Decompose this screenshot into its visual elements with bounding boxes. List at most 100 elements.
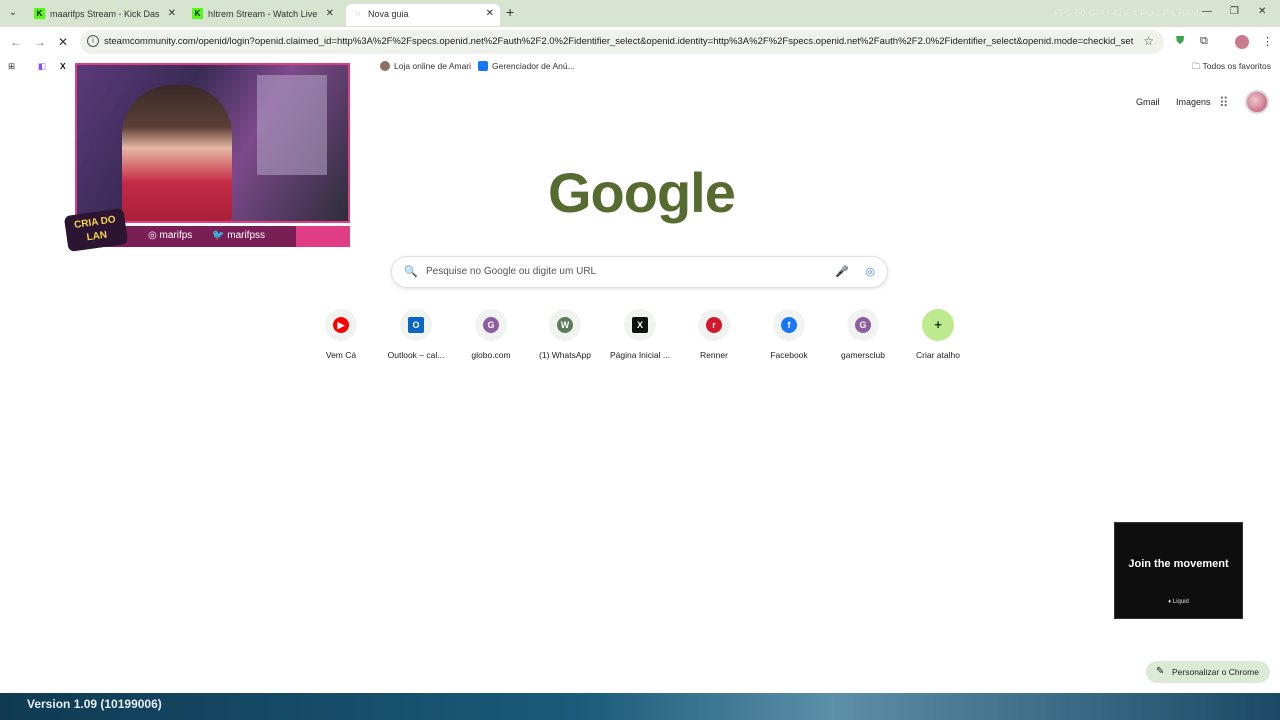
profile-avatar-small[interactable] (1235, 35, 1249, 49)
search-input[interactable]: Pesquise no Google ou digite um URL (426, 266, 596, 277)
twitch-icon[interactable]: ◧ (38, 61, 46, 72)
back-arrow-icon[interactable]: ← (10, 35, 22, 49)
shield-extension-icon[interactable]: ⛊ (1176, 35, 1184, 48)
shortcut-tile[interactable]: W (1) WhatsApp (528, 309, 602, 360)
shortcut-circle: f (773, 309, 805, 341)
bookmark-label: Loja online de Amari (394, 61, 472, 71)
outlook-icon: O (408, 317, 424, 333)
close-icon[interactable]: ✕ (168, 4, 176, 24)
bookmark-item[interactable]: Gerenciador de Anú... (478, 61, 575, 71)
tab-title: Nova guia (368, 9, 409, 19)
all-bookmarks-label: Todos os favoritos (1202, 61, 1271, 71)
tab-new-tab[interactable]: ◌ Nova guia ✕ (346, 4, 500, 26)
url-text[interactable]: steamcommunity.com/openid/login?openid.c… (104, 36, 1134, 47)
stop-loading-icon[interactable]: ✕ (58, 35, 68, 49)
google-logo: Google (548, 161, 736, 224)
social-plate (100, 226, 296, 247)
shortcut-label: Vem Cá (325, 350, 357, 360)
new-tab-plus-icon[interactable]: + (506, 4, 514, 20)
lens-camera-icon[interactable]: ◎ (865, 265, 875, 278)
tab-kick-stream[interactable]: K hItrem Stream - Watch Live on Kick ✕ (186, 4, 340, 26)
minimize-icon[interactable]: — (1202, 6, 1212, 17)
top-links: Gmail Imagens (1136, 97, 1225, 107)
shortcut-label: Criar atalho (916, 350, 960, 360)
youtube-icon: ▶ (333, 317, 349, 333)
account-avatar[interactable] (1245, 90, 1269, 114)
customize-chrome-button[interactable]: ✎ Personalizar o Chrome (1146, 661, 1270, 683)
kick-icon: K (34, 8, 45, 19)
tab-title: maarifps Stream - Kick Dashboard (50, 9, 160, 19)
game-status-bar: Version 1.09 (10199006) (0, 693, 1280, 720)
shortcut-circle: G (847, 309, 879, 341)
letter-w-icon: W (557, 317, 573, 333)
tab-search-chevron-icon[interactable]: ⌄ (6, 6, 20, 20)
search-icon: 🔍 (404, 266, 418, 278)
extensions-puzzle-icon[interactable]: ⧉ (1200, 35, 1208, 48)
shortcut-tile[interactable]: G globo.com (454, 309, 528, 360)
address-bar[interactable]: i steamcommunity.com/openid/login?openid… (80, 30, 1164, 54)
google-apps-grid-icon[interactable]: ⠿ (1219, 95, 1229, 111)
shortcut-label: (1) WhatsApp (539, 350, 591, 360)
shortcut-label: Outlook – cal... (387, 350, 445, 360)
pencil-icon: ✎ (1156, 666, 1165, 677)
folder-icon: 🗀 (1191, 61, 1203, 71)
shortcut-tile[interactable]: O Outlook – cal... (379, 309, 453, 360)
loading-icon: ◌ (355, 9, 360, 18)
shortcut-circle: G (475, 309, 507, 341)
x-icon[interactable]: X (60, 61, 66, 71)
restore-icon[interactable]: ❐ (1230, 6, 1239, 17)
tab-strip: ⌄ K maarifps Stream - Kick Dashboard ✕ K… (0, 0, 1280, 27)
add-shortcut-tile[interactable]: + Criar atalho (901, 309, 975, 360)
shortcut-tile[interactable]: G gamersclub (826, 309, 900, 360)
all-bookmarks-folder[interactable]: 🗀 Todos os favoritos (1192, 61, 1271, 75)
instagram-text: marifps (159, 230, 193, 241)
version-label: Version 1.09 (10199006) (27, 697, 162, 711)
streamer-figure (122, 85, 232, 221)
close-icon[interactable]: ✕ (326, 4, 334, 24)
shortcut-tile[interactable]: ▶ Vem Cá (304, 309, 378, 360)
shortcut-circle: W (549, 309, 581, 341)
shortcut-tile[interactable]: X Página Inicial ... (603, 309, 677, 360)
shortcut-circle: X (624, 309, 656, 341)
shortcut-label: Página Inicial ... (609, 350, 670, 360)
gmail-link[interactable]: Gmail (1136, 97, 1160, 107)
shortcut-label: Renner (700, 350, 728, 360)
window-close-icon[interactable]: ✕ (1258, 6, 1266, 17)
plus-icon: + (934, 317, 942, 332)
shortcuts-grid: ▶ Vem Cá O Outlook – cal... G globo.com … (304, 309, 976, 369)
store-icon (380, 61, 390, 71)
ad-banner[interactable]: Join the movement ♦ Liquid (1114, 522, 1243, 619)
kick-icon: K (192, 8, 203, 19)
close-icon[interactable]: ✕ (486, 4, 494, 24)
renner-icon: r (706, 317, 722, 333)
shortcut-tile[interactable]: f Facebook (752, 309, 826, 360)
tab-kick-dashboard[interactable]: K maarifps Stream - Kick Dashboard ✕ (28, 4, 182, 26)
x-icon: X (632, 317, 648, 333)
webcam-background (257, 75, 327, 175)
twitter-text: marifpss (227, 230, 266, 241)
twitter-handle: 🐦 marifpss (212, 230, 265, 241)
shortcut-label: globo.com (471, 350, 511, 360)
microphone-icon[interactable]: 🎤 (835, 265, 849, 278)
shortcut-label: gamersclub (841, 350, 885, 360)
shortcut-circle: ▶ (325, 309, 357, 341)
ad-headline: Join the movement (1128, 558, 1229, 570)
twitter-bird-icon: 🐦 (212, 230, 228, 241)
instagram-icon: ◎ (148, 230, 160, 241)
search-box[interactable]: 🔍 Pesquise no Google ou digite um URL 🎤 … (391, 256, 888, 288)
bookmark-item[interactable]: Loja online de Amari (380, 61, 471, 71)
letter-g-icon: G (483, 317, 499, 333)
site-info-icon[interactable]: i (87, 35, 99, 47)
webcam-overlay (75, 63, 350, 223)
browser-toolbar: ← → ✕ i steamcommunity.com/openid/login?… (0, 27, 1280, 57)
bookmark-star-icon[interactable]: ☆ (1143, 34, 1154, 48)
shortcut-circle: + (922, 309, 954, 341)
apps-grid-icon[interactable]: ⊞ (8, 61, 15, 72)
kebab-menu-icon[interactable]: ⋮ (1262, 35, 1273, 48)
shortcut-circle: O (400, 309, 432, 341)
shortcut-tile[interactable]: r Renner (677, 309, 751, 360)
images-link[interactable]: Imagens (1176, 97, 1211, 107)
shortcut-circle: r (698, 309, 730, 341)
performance-stats: FPS 60 GPU 42% CPU 14% RAM 0 (1054, 8, 1207, 18)
forward-arrow-icon[interactable]: → (34, 35, 46, 49)
